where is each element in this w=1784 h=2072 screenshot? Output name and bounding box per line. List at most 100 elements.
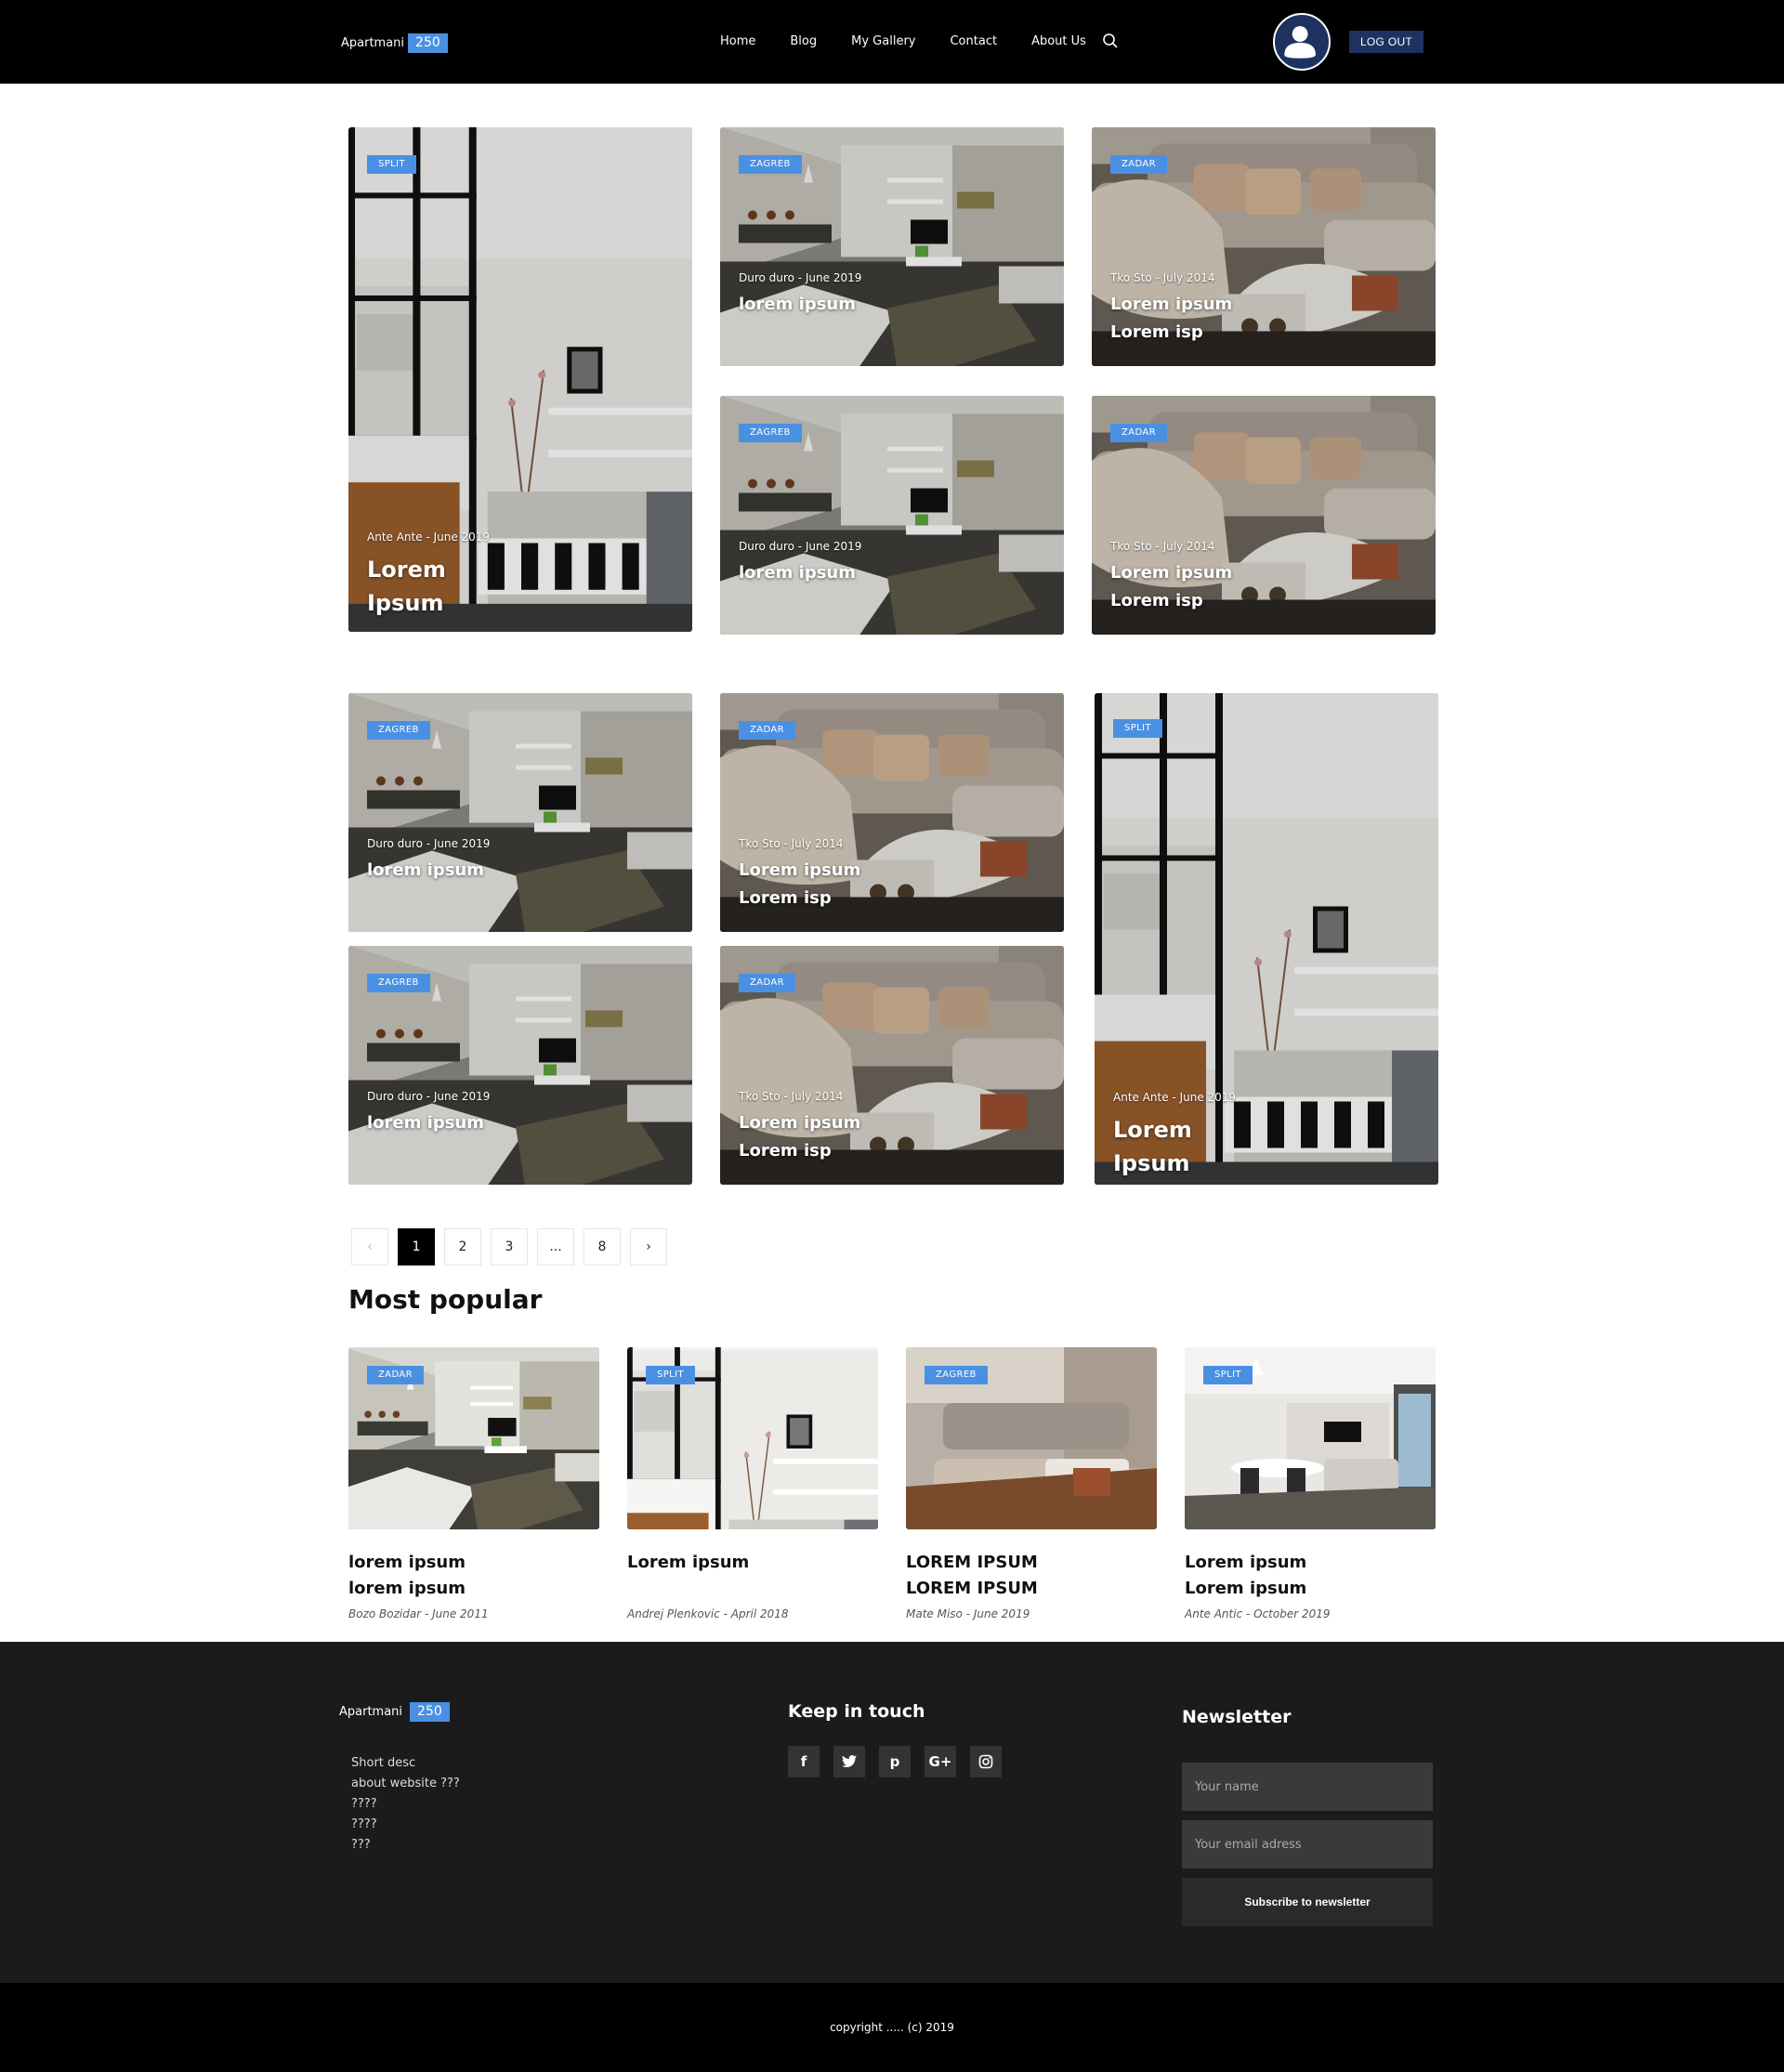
page-button-3[interactable]: 3 <box>491 1228 528 1265</box>
instagram-icon[interactable] <box>970 1746 1002 1777</box>
card-title-line: Lorem <box>1113 1117 1192 1143</box>
card-title[interactable]: lorem ipsum <box>367 1109 484 1137</box>
nav-home[interactable]: Home <box>720 34 755 48</box>
popular-title-line: LOREM IPSUM <box>906 1553 1038 1572</box>
copyright-text: copyright ..... (c) 2019 <box>830 2021 954 2034</box>
card-title-line: Lorem ipsum <box>739 860 861 880</box>
gallery-card[interactable]: ZADAR Tko Sto - July 2014 Lorem ipsum Lo… <box>720 693 1064 932</box>
popular-card-title[interactable]: lorem ipsum lorem ipsum <box>348 1550 599 1602</box>
footer-description: Short desc about website ??? ???? ???? ?… <box>351 1753 460 1856</box>
gallery-card[interactable]: ZADAR Tko Sto - July 2014 Lorem ipsum Lo… <box>720 946 1064 1185</box>
location-tag[interactable]: ZAGREB <box>925 1366 988 1384</box>
popular-card[interactable]: SPLIT Lorem ipsum Andrej Plenkovic - Apr… <box>627 1347 878 1620</box>
card-meta: Duro duro - June 2019 <box>367 1090 491 1103</box>
popular-card-image[interactable]: ZAGREB <box>906 1347 1157 1529</box>
prev-page-button[interactable]: ‹ <box>351 1228 388 1265</box>
gallery-card[interactable]: ZAGREB Duro duro - June 2019 lorem ipsum <box>348 946 692 1185</box>
gallery-card[interactable]: SPLIT Ante Ante - June 2019 Lorem Ipsum <box>1095 693 1438 1185</box>
nav-about-us[interactable]: About Us <box>1031 34 1086 48</box>
card-title-line: Lorem <box>367 557 446 583</box>
subscribe-button[interactable]: Subscribe to newsletter <box>1182 1878 1433 1926</box>
site-logo[interactable]: Apartmani 250 <box>341 33 448 53</box>
popular-card-image[interactable]: ZADAR <box>348 1347 599 1529</box>
nav-my-gallery[interactable]: My Gallery <box>851 34 915 48</box>
google-plus-icon[interactable]: G+ <box>925 1746 956 1777</box>
logout-button[interactable]: LOG OUT <box>1349 31 1423 53</box>
location-tag[interactable]: ZADAR <box>1110 424 1168 442</box>
card-meta: Ante Ante - June 2019 <box>367 531 491 544</box>
search-icon[interactable] <box>1102 33 1119 49</box>
card-title[interactable]: lorem ipsum <box>739 291 856 319</box>
card-title-line: Lorem isp <box>1110 322 1203 342</box>
popular-card[interactable]: SPLIT Lorem ipsum Lorem ipsum Ante Antic… <box>1185 1347 1436 1620</box>
gallery-card[interactable]: ZADAR Tko Sto - July 2014 Lorem ipsum Lo… <box>1092 396 1436 635</box>
page-button-8[interactable]: 8 <box>584 1228 621 1265</box>
card-title-line: Ipsum <box>367 590 444 616</box>
footer-desc-line: ???? <box>351 1797 377 1811</box>
keep-in-touch-heading: Keep in touch <box>788 1701 925 1722</box>
footer-desc-line: Short desc <box>351 1756 416 1770</box>
location-tag[interactable]: ZADAR <box>367 1366 425 1384</box>
main-nav: Home Blog My Gallery Contact About Us <box>720 34 1121 48</box>
page-button-2[interactable]: 2 <box>444 1228 481 1265</box>
location-tag[interactable]: SPLIT <box>367 155 417 174</box>
card-meta: Ante Ante - June 2019 <box>1113 1091 1237 1104</box>
location-tag[interactable]: ZAGREB <box>739 424 802 442</box>
logo-badge: 250 <box>408 33 448 53</box>
card-title-line: Lorem isp <box>1110 591 1203 610</box>
card-title[interactable]: Lorem Ipsum <box>1113 1113 1192 1180</box>
card-title[interactable]: Lorem ipsum Lorem isp <box>1110 559 1232 615</box>
card-title-line: Ipsum <box>1113 1150 1190 1176</box>
location-tag[interactable]: SPLIT <box>646 1366 696 1384</box>
newsletter-email-input[interactable]: Your email adress <box>1182 1820 1433 1869</box>
popular-card[interactable]: ZAGREB LOREM IPSUM LOREM IPSUM Mate Miso… <box>906 1347 1157 1620</box>
card-title-line: Lorem isp <box>739 888 832 908</box>
popular-title-line: Lorem ipsum <box>1185 1579 1307 1598</box>
location-tag[interactable]: ZADAR <box>739 721 796 740</box>
card-title[interactable]: Lorem Ipsum <box>367 553 446 620</box>
location-tag[interactable]: SPLIT <box>1203 1366 1253 1384</box>
popular-card-title[interactable]: Lorem ipsum Lorem ipsum <box>1185 1550 1436 1602</box>
twitter-icon[interactable] <box>833 1746 865 1777</box>
popular-title-line: Lorem ipsum <box>1185 1553 1307 1572</box>
nav-blog[interactable]: Blog <box>790 34 817 48</box>
location-tag[interactable]: ZADAR <box>739 974 796 992</box>
popular-card-title[interactable]: LOREM IPSUM LOREM IPSUM <box>906 1550 1157 1602</box>
popular-card[interactable]: ZADAR lorem ipsum lorem ipsum Bozo Bozid… <box>348 1347 599 1620</box>
social-links: f p G+ <box>788 1746 1016 1777</box>
popular-card-image[interactable]: SPLIT <box>1185 1347 1436 1529</box>
card-title-line: lorem ipsum <box>739 563 856 583</box>
location-tag[interactable]: SPLIT <box>1113 719 1163 738</box>
page-ellipsis: ... <box>537 1228 574 1265</box>
card-title[interactable]: lorem ipsum <box>367 857 484 885</box>
pinterest-icon[interactable]: p <box>879 1746 911 1777</box>
facebook-icon[interactable]: f <box>788 1746 820 1777</box>
footer-logo[interactable]: Apartmani 250 <box>339 1702 450 1722</box>
user-avatar[interactable] <box>1273 13 1331 71</box>
location-tag[interactable]: ZAGREB <box>739 155 802 174</box>
card-meta: Duro duro - June 2019 <box>739 540 862 553</box>
card-title[interactable]: lorem ipsum <box>739 559 856 587</box>
location-tag[interactable]: ZADAR <box>1110 155 1168 174</box>
gallery-card[interactable]: ZADAR Tko Sto - July 2014 Lorem ipsum Lo… <box>1092 127 1436 366</box>
next-page-button[interactable]: › <box>630 1228 667 1265</box>
gallery-card[interactable]: ZAGREB Duro duro - June 2019 lorem ipsum <box>348 693 692 932</box>
popular-card-title[interactable]: Lorem ipsum <box>627 1550 878 1576</box>
card-meta: Tko Sto - July 2014 <box>739 1090 844 1103</box>
nav-contact[interactable]: Contact <box>950 34 997 48</box>
gallery-card[interactable]: SPLIT Ante Ante - June 2019 Lorem Ipsum <box>348 127 692 632</box>
card-title[interactable]: Lorem ipsum Lorem isp <box>739 857 860 912</box>
card-title-line: Lorem ipsum <box>739 1113 861 1133</box>
location-tag[interactable]: ZAGREB <box>367 974 430 992</box>
card-title[interactable]: Lorem ipsum Lorem isp <box>739 1109 860 1165</box>
card-title[interactable]: Lorem ipsum Lorem isp <box>1110 291 1232 347</box>
site-footer: Apartmani 250 Short desc about website ?… <box>0 1642 1784 1983</box>
newsletter-name-input[interactable]: Your name <box>1182 1763 1433 1811</box>
gallery-card[interactable]: ZAGREB Duro duro - June 2019 lorem ipsum <box>720 127 1064 366</box>
popular-card-image[interactable]: SPLIT <box>627 1347 878 1529</box>
location-tag[interactable]: ZAGREB <box>367 721 430 740</box>
card-title-line: lorem ipsum <box>367 1113 484 1133</box>
gallery-card[interactable]: ZAGREB Duro duro - June 2019 lorem ipsum <box>720 396 1064 635</box>
copyright-bar: copyright ..... (c) 2019 <box>0 1983 1784 2072</box>
page-button-1[interactable]: 1 <box>398 1228 435 1265</box>
